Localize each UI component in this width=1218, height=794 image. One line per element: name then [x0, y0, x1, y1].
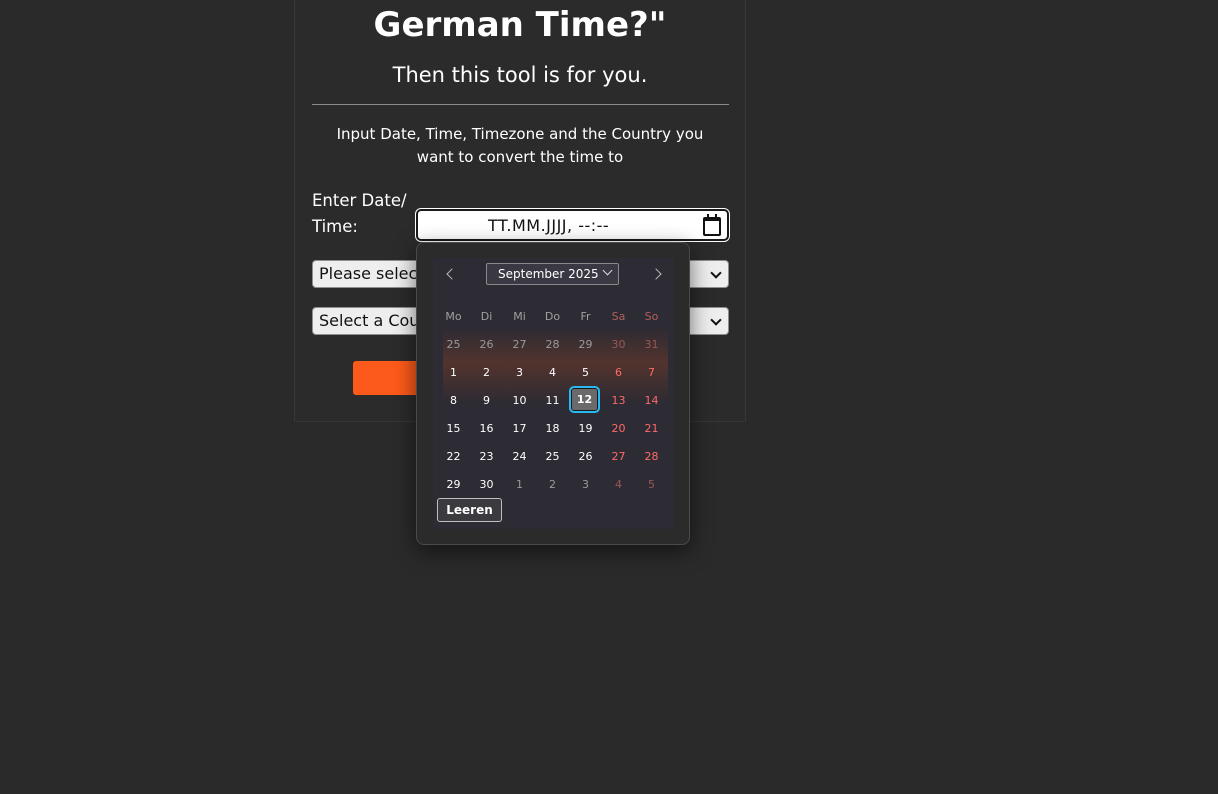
- timezone-select-value: Please select: [319, 264, 424, 283]
- calendar-day[interactable]: 25: [437, 331, 470, 359]
- calendar-day[interactable]: 23: [470, 443, 503, 471]
- calendar-icon[interactable]: [703, 214, 721, 236]
- month-year-select[interactable]: September 2025: [486, 263, 619, 285]
- calendar-day[interactable]: 6: [602, 359, 635, 387]
- calendar-day[interactable]: 8: [437, 387, 470, 415]
- today-label: 12: [569, 386, 600, 413]
- calendar-day[interactable]: 11: [536, 387, 569, 415]
- calendar-day[interactable]: 30: [470, 471, 503, 499]
- calendar-day[interactable]: 2: [536, 471, 569, 499]
- calendar-day[interactable]: 29: [437, 471, 470, 499]
- calendar-day[interactable]: 27: [503, 331, 536, 359]
- calendar-day[interactable]: 1: [437, 359, 470, 387]
- calendar-day[interactable]: 29: [569, 331, 602, 359]
- page-title: German Time?": [373, 5, 667, 45]
- calendar-day[interactable]: 25: [536, 443, 569, 471]
- weekday-label: Fr: [580, 310, 591, 323]
- calendar-day[interactable]: 22: [437, 443, 470, 471]
- calendar-day[interactable]: 4: [602, 471, 635, 499]
- calendar-day[interactable]: 1: [503, 471, 536, 499]
- weekday-label: Do: [544, 310, 561, 323]
- calendar-day[interactable]: 5: [569, 359, 602, 387]
- weekday-label: Mi: [513, 310, 526, 323]
- calendar-week-row: 22 23 24 25 26 27 28: [437, 443, 668, 471]
- calendar-day[interactable]: 7: [635, 359, 668, 387]
- calendar-day[interactable]: 14: [635, 387, 668, 415]
- calendar-week-row: 29 30 1 2 3 4 5: [437, 471, 668, 499]
- calendar-day[interactable]: 18: [536, 415, 569, 443]
- chevron-down-icon: [710, 314, 722, 326]
- calendar-grid: Mo Di Mi Do Fr Sa So 25 26 27 28 29 30 3…: [437, 303, 668, 499]
- previous-month-icon[interactable]: [446, 268, 458, 280]
- calendar-week-row: 8 9 10 11 12 13 14: [437, 386, 668, 415]
- calendar-day[interactable]: 26: [569, 443, 602, 471]
- datetime-label: Enter Date/ Time:: [312, 191, 407, 236]
- calendar-day[interactable]: 15: [437, 415, 470, 443]
- weekday-header-row: Mo Di Mi Do Fr Sa So: [437, 303, 668, 331]
- calendar-day[interactable]: 17: [503, 415, 536, 443]
- calendar-week-row: 15 16 17 18 19 20 21: [437, 415, 668, 443]
- weekday-label: Di: [480, 310, 493, 323]
- instructions-text: Input Date, Time, Timezone and the Count…: [336, 125, 704, 166]
- calendar-day[interactable]: 26: [470, 331, 503, 359]
- calendar-day[interactable]: 28: [635, 443, 668, 471]
- calendar-day[interactable]: 10: [503, 387, 536, 415]
- calendar-day[interactable]: 24: [503, 443, 536, 471]
- calendar-day[interactable]: 3: [569, 471, 602, 499]
- calendar-day[interactable]: 28: [536, 331, 569, 359]
- calendar-day[interactable]: 20: [602, 415, 635, 443]
- clear-button[interactable]: Leeren: [437, 498, 502, 522]
- calendar-day[interactable]: 19: [569, 415, 602, 443]
- calendar-day[interactable]: 30: [602, 331, 635, 359]
- datetime-input[interactable]: TT.MM.JJJJ, --:--: [416, 209, 729, 241]
- country-select-value: Select a Coun: [319, 311, 430, 330]
- convert-button[interactable]: [353, 361, 423, 395]
- weekday-label: So: [644, 310, 659, 323]
- calendar-week-row: 25 26 27 28 29 30 31: [437, 331, 668, 359]
- weekday-label: Sa: [611, 310, 626, 323]
- month-year-label: September 2025: [498, 267, 599, 281]
- date-picker-popup: September 2025 Mo Di Mi Do Fr Sa So 25 2…: [416, 242, 690, 545]
- calendar-day[interactable]: 16: [470, 415, 503, 443]
- calendar-day[interactable]: 9: [470, 387, 503, 415]
- calendar-day[interactable]: 27: [602, 443, 635, 471]
- next-month-icon[interactable]: [650, 268, 662, 280]
- calendar-day[interactable]: 4: [536, 359, 569, 387]
- calendar-day-today[interactable]: 12: [569, 386, 602, 415]
- calendar-day[interactable]: 21: [635, 415, 668, 443]
- divider: [312, 104, 729, 105]
- calendar-day[interactable]: 5: [635, 471, 668, 499]
- calendar-day[interactable]: 3: [503, 359, 536, 387]
- calendar-day[interactable]: 2: [470, 359, 503, 387]
- weekday-label: Mo: [445, 310, 462, 323]
- chevron-down-icon: [710, 267, 722, 279]
- page-subtitle: Then this tool is for you.: [392, 63, 648, 87]
- calendar-panel: September 2025 Mo Di Mi Do Fr Sa So 25 2…: [433, 258, 674, 529]
- datetime-value: TT.MM.JJJJ, --:--: [488, 216, 610, 235]
- calendar-day[interactable]: 13: [602, 387, 635, 415]
- chevron-down-icon: [602, 265, 613, 276]
- calendar-day[interactable]: 31: [635, 331, 668, 359]
- calendar-week-row: 1 2 3 4 5 6 7: [437, 359, 668, 387]
